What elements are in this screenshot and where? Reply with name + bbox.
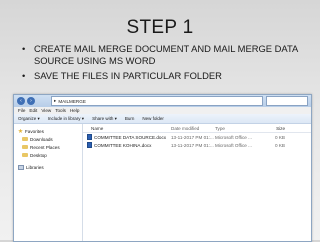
organize-button[interactable]: Organize ▾ (18, 116, 40, 122)
column-headers: Name Date modified Type Size (83, 124, 311, 133)
explorer-body: Favorites Downloads Recent Places Deskto… (14, 124, 311, 241)
nav-item-label: Desktop (30, 152, 47, 158)
bullet-item: • SAVE THE FILES IN PARTICULAR FOLDER (22, 70, 310, 82)
back-arrow-icon[interactable]: ‹ (17, 97, 25, 105)
path-text: MAILMERGE (58, 98, 86, 104)
bullet-dot: • (22, 43, 26, 54)
file-size: 0 KB (275, 134, 285, 140)
bullet-dot: • (22, 70, 26, 81)
menu-view[interactable]: View (41, 108, 51, 113)
nav-item-desktop[interactable]: Desktop (14, 151, 82, 159)
explorer-window: ‹ › ▸ MAILMERGE File Edit View Tools Hel… (13, 94, 312, 242)
file-name-cell: COMMITTEE KOHINA.docx (83, 142, 171, 148)
nav-item-label: Downloads (30, 136, 53, 142)
path-field[interactable]: ▸ MAILMERGE (51, 96, 263, 106)
file-list: Name Date modified Type Size COMMITTEE D… (83, 124, 311, 241)
column-date-modified[interactable]: Date modified (171, 126, 215, 131)
slide-title: STEP 1 (126, 17, 194, 38)
bullet-item: • CREATE MAIL MERGE DOCUMENT AND MAIL MER… (22, 43, 310, 67)
include-library-button[interactable]: Include in library ▾ (48, 116, 84, 122)
search-input[interactable] (266, 96, 308, 106)
word-document-icon (87, 134, 92, 140)
folder-icon (22, 137, 28, 141)
bullet-list: • CREATE MAIL MERGE DOCUMENT AND MAIL MER… (22, 43, 310, 85)
new-folder-button[interactable]: New folder (142, 116, 164, 121)
file-row[interactable]: COMMITTEE DATA SOURCE.docx 13-11-2017 PM… (83, 133, 311, 141)
share-with-button[interactable]: Share with ▾ (92, 116, 117, 122)
menu-edit[interactable]: Edit (29, 108, 37, 113)
menu-tools[interactable]: Tools (55, 108, 66, 113)
nav-item-recent-places[interactable]: Recent Places (14, 143, 82, 151)
column-name[interactable]: Name (83, 126, 171, 131)
path-chevron-icon: ▸ (54, 98, 57, 103)
word-document-icon (87, 142, 92, 148)
forward-arrow-icon[interactable]: › (27, 97, 35, 105)
column-type[interactable]: Type (215, 126, 259, 131)
folder-icon (22, 145, 28, 149)
navigation-pane: Favorites Downloads Recent Places Deskto… (14, 124, 83, 241)
file-date: 13-11-2017 PM 01:... (171, 134, 214, 140)
nav-item-label: Favorites (25, 128, 44, 134)
file-date: 13-11-2017 PM 01:... (171, 142, 214, 148)
column-size[interactable]: Size (259, 126, 289, 131)
bullet-text: SAVE THE FILES IN PARTICULAR FOLDER (34, 70, 222, 81)
menu-bar: File Edit View Tools Help (14, 107, 311, 114)
library-icon (18, 164, 24, 170)
file-row[interactable]: COMMITTEE KOHINA.docx 13-11-2017 PM 01:.… (83, 141, 311, 149)
file-name: COMMITTEE KOHINA.docx (94, 142, 152, 148)
file-name-cell: COMMITTEE DATA SOURCE.docx (83, 134, 171, 140)
nav-item-favorites[interactable]: Favorites (14, 127, 82, 135)
folder-icon (22, 153, 28, 157)
star-icon (18, 128, 23, 134)
bullet-text: CREATE MAIL MERGE DOCUMENT AND MAIL MERG… (34, 43, 298, 66)
nav-item-libraries[interactable]: Libraries (14, 163, 82, 171)
burn-button[interactable]: Burn (125, 116, 135, 121)
nav-buttons: ‹ › (14, 97, 51, 105)
menu-help[interactable]: Help (70, 108, 79, 113)
file-size: 0 KB (275, 142, 285, 148)
nav-item-label: Recent Places (30, 144, 60, 150)
command-toolbar: Organize ▾ Include in library ▾ Share wi… (14, 114, 311, 124)
file-name: COMMITTEE DATA SOURCE.docx (94, 134, 167, 140)
file-type: Microsoft Office ... (215, 142, 252, 148)
nav-item-downloads[interactable]: Downloads (14, 135, 82, 143)
file-type: Microsoft Office ... (215, 134, 252, 140)
address-bar: ‹ › ▸ MAILMERGE (14, 95, 311, 107)
nav-item-label: Libraries (26, 164, 44, 170)
menu-file[interactable]: File (18, 108, 25, 113)
